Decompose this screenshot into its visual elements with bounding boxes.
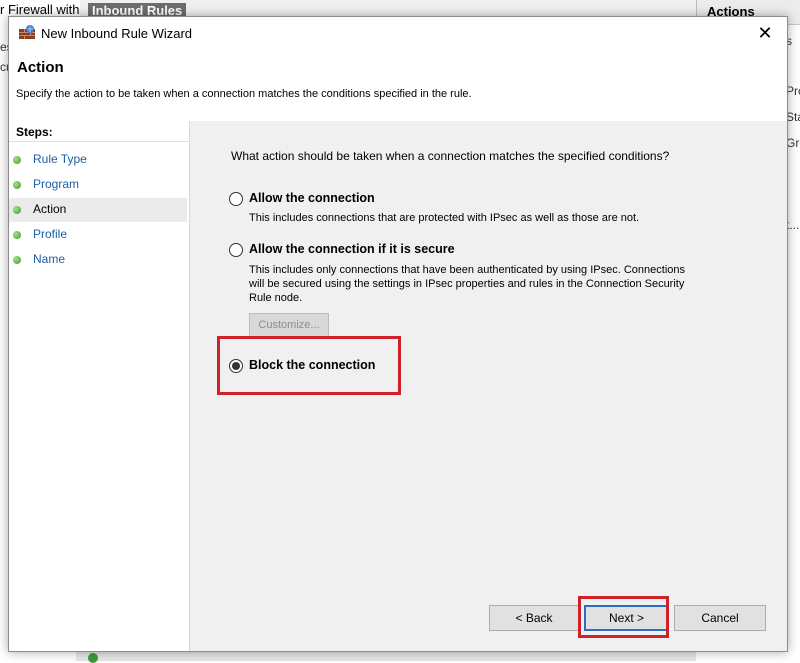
step-program[interactable]: Program <box>9 173 187 197</box>
highlight-next-button <box>578 596 669 638</box>
back-button[interactable]: < Back <box>489 605 579 631</box>
bg-right-fragment: t... <box>786 218 800 232</box>
step-rule-type[interactable]: Rule Type <box>9 148 187 172</box>
allow-secure-label[interactable]: Allow the connection if it is secure <box>249 242 455 256</box>
highlight-block-option <box>217 336 401 395</box>
action-question: What action should be taken when a conne… <box>231 149 670 163</box>
customize-button[interactable]: Customize... <box>249 313 329 337</box>
bg-right-fragment: Pro <box>786 84 800 98</box>
allow-secure-description-line: will be secured using the settings in IP… <box>249 278 685 290</box>
firewall-icon <box>19 25 35 39</box>
step-bullet-icon <box>13 231 21 239</box>
steps-panel: Steps: Rule Type Program Action Profile … <box>9 121 190 651</box>
steps-divider <box>9 141 189 142</box>
bg-right-fragments: s Pro Sta Gro t... <box>786 30 800 630</box>
step-label: Action <box>33 202 67 216</box>
allow-connection-label[interactable]: Allow the connection <box>249 191 375 205</box>
step-label: Program <box>33 177 80 191</box>
step-label: Name <box>33 252 66 266</box>
bg-right-fragment: Sta <box>786 110 800 124</box>
allow-secure-radio[interactable] <box>229 243 243 257</box>
steps-label: Steps: <box>16 125 53 139</box>
close-button[interactable]: ✕ <box>743 17 787 51</box>
step-bullet-icon <box>13 156 21 164</box>
action-content: What action should be taken when a conne… <box>190 121 787 651</box>
dialog-title: New Inbound Rule Wizard <box>41 26 193 41</box>
page-description: Specify the action to be taken when a co… <box>16 88 472 100</box>
allow-secure-description-line: Rule node. <box>249 292 303 304</box>
allow-secure-description-line: This includes only connections that have… <box>249 264 685 276</box>
bg-right-fragment: Gro <box>786 136 800 150</box>
step-name[interactable]: Name <box>9 248 187 272</box>
step-bullet-icon <box>13 256 21 264</box>
step-label: Rule Type <box>33 152 87 166</box>
dialog-titlebar[interactable]: New Inbound Rule Wizard ✕ <box>9 17 787 51</box>
rule-enabled-icon <box>88 653 98 663</box>
step-label: Profile <box>33 227 68 241</box>
wizard-header: Action Specify the action to be taken wh… <box>9 51 787 122</box>
step-profile[interactable]: Profile <box>9 223 187 247</box>
bg-tree-title: r Firewall with <box>0 2 80 17</box>
step-bullet-icon <box>13 181 21 189</box>
cancel-button[interactable]: Cancel <box>674 605 766 631</box>
step-bullet-icon <box>13 206 21 214</box>
allow-connection-description: This includes connections that are prote… <box>249 212 640 224</box>
close-icon: ✕ <box>757 23 773 43</box>
step-action[interactable]: Action <box>9 198 187 222</box>
page-title: Action <box>17 59 64 76</box>
allow-connection-radio[interactable] <box>229 192 243 206</box>
wizard-dialog: New Inbound Rule Wizard ✕ Action Specify… <box>8 16 788 652</box>
